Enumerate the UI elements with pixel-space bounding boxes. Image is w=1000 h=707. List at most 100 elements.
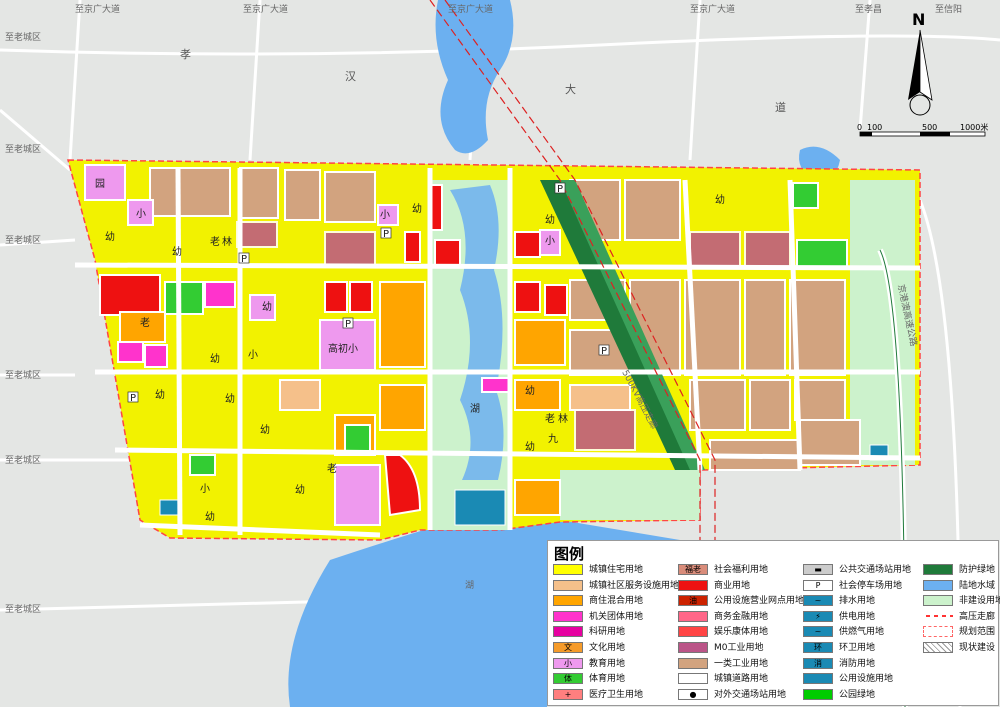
legend-item: ~ 供燃气用地: [803, 625, 884, 640]
legend: 图例 城镇住宅用地城镇社区服务设施用地商住混合用地机关团体用地 科研用地文文化用地…: [547, 540, 1000, 706]
legend-label: 医疗卫生用地: [589, 689, 644, 700]
legend-label: 规划范围: [959, 627, 996, 638]
legend-swatch: [678, 626, 708, 638]
road-label-top-right3: 至信阳: [935, 3, 962, 15]
svg-text:高初小: 高初小: [328, 342, 358, 355]
legend-item: ▬ 公共交通场站用地: [803, 563, 911, 578]
legend-label: 社会停车场用地: [839, 580, 903, 591]
svg-text:P: P: [557, 184, 563, 195]
svg-text:小: 小: [136, 208, 146, 220]
legend-label: 供燃气用地: [839, 627, 885, 638]
legend-label: 机关团体用地: [589, 611, 644, 622]
road-char-han: 汉: [345, 70, 356, 83]
legend-swatch: [803, 688, 833, 700]
legend-label: 公共交通场站用地: [839, 565, 912, 575]
legend-item: 城镇住宅用地: [553, 563, 643, 578]
legend-label: 文化用地: [589, 643, 626, 653]
legend-label: 体育用地: [589, 674, 626, 685]
legend-label: 城镇社区服务设施用地: [589, 580, 680, 591]
legend-item: 现状建设: [923, 641, 995, 656]
svg-text:幼: 幼: [545, 213, 555, 226]
legend-swatch: +: [553, 688, 583, 700]
legend-label: 防护绿地: [959, 565, 996, 575]
legend-item: 城镇道路用地: [678, 672, 768, 687]
legend-item: 小教育用地: [553, 657, 625, 672]
svg-text:幼: 幼: [205, 510, 215, 523]
legend-label: 科研用地: [589, 627, 626, 638]
svg-text:P: P: [383, 229, 389, 240]
legend-item: 陆地水域: [923, 579, 995, 594]
svg-text:小: 小: [380, 209, 390, 221]
legend-swatch: ▬: [803, 564, 833, 575]
road-label-left5: 至老城区: [5, 454, 41, 466]
legend-label: 对外交通场站用地: [714, 689, 787, 700]
legend-label: 公园绿地: [839, 689, 876, 700]
legend-swatch: [553, 579, 583, 591]
legend-label: 排水用地: [839, 596, 876, 607]
svg-text:P: P: [601, 346, 607, 357]
legend-label: 教育用地: [589, 658, 626, 669]
road-label-top-mid1: 至京广大道: [243, 3, 288, 15]
legend-item: 科研用地: [553, 625, 625, 640]
svg-text:幼: 幼: [155, 388, 165, 401]
svg-text:N: N: [912, 10, 925, 29]
road-char-da: 大: [565, 82, 576, 96]
legend-label: 公用设施用地: [839, 674, 894, 685]
legend-label: 娱乐康体用地: [714, 627, 769, 638]
legend-swatch: [553, 626, 583, 638]
road-label-left2: 至老城区: [5, 143, 41, 155]
legend-swatch: 文: [553, 642, 583, 653]
svg-text:幼: 幼: [262, 300, 272, 313]
scale-bar: 0 100 500 1000米: [857, 122, 988, 137]
svg-text:湖: 湖: [470, 403, 480, 415]
svg-text:九: 九: [548, 433, 558, 445]
legend-label: 公用设施营业网点用地: [714, 596, 805, 607]
legend-label: M0工业用地: [714, 643, 764, 653]
legend-swatch: ●: [678, 688, 708, 700]
svg-text:幼: 幼: [105, 230, 115, 243]
legend-label: 一类工业用地: [714, 658, 769, 669]
legend-swatch: [553, 610, 583, 622]
svg-text:1000米: 1000米: [960, 122, 988, 132]
svg-text:P: P: [345, 319, 351, 330]
legend-item: 油公用设施营业网点用地: [678, 594, 804, 609]
legend-swatch: 小: [553, 657, 583, 669]
legend-swatch: 油: [678, 595, 708, 607]
legend-title: 图例: [554, 545, 585, 563]
road-label-top-right2: 至孝昌: [855, 4, 882, 15]
legend-item: 福老 社会福利用地: [678, 563, 768, 578]
legend-item: P 社会停车场用地: [803, 579, 902, 594]
svg-text:幼: 幼: [715, 193, 725, 206]
svg-text:幼: 幼: [525, 440, 535, 453]
legend-swatch: [803, 673, 833, 685]
legend-item: 体体育用地: [553, 672, 625, 687]
legend-swatch: [923, 579, 953, 591]
south-green: [560, 470, 700, 520]
legend-item: 消消防用地: [803, 657, 875, 672]
legend-item: 机关团体用地: [553, 610, 643, 625]
svg-text:500: 500: [922, 123, 937, 132]
road-label-top-left: 至京广大道: [75, 3, 120, 15]
legend-label: 高压走廊: [959, 611, 996, 622]
legend-item: 非建设用地: [923, 594, 1000, 609]
svg-text:幼: 幼: [225, 392, 235, 405]
legend-swatch: 环: [803, 642, 833, 653]
legend-item: 商住混合用地: [553, 594, 643, 609]
legend-swatch: 消: [803, 657, 833, 669]
svg-text:幼: 幼: [525, 384, 535, 397]
legend-item: + 医疗卫生用地: [553, 688, 643, 703]
svg-text:幼: 幼: [260, 423, 270, 436]
legend-label: 非建设用地: [959, 596, 1000, 607]
legend-swatch: [678, 610, 708, 622]
svg-text:老: 老: [327, 462, 337, 475]
road-label-left3: 至老城区: [5, 234, 41, 246]
road-label-top-mid2: 至京广大道: [448, 3, 493, 15]
legend-label: 商务金融用地: [714, 611, 769, 622]
svg-text:小: 小: [200, 483, 210, 495]
legend-item: 公园绿地: [803, 688, 875, 703]
road-char-xiao: 孝: [180, 48, 191, 61]
svg-text:幼: 幼: [412, 202, 422, 215]
svg-text:小: 小: [248, 349, 258, 361]
legend-item: ~ 排水用地: [803, 594, 875, 609]
svg-text:P: P: [130, 393, 136, 404]
